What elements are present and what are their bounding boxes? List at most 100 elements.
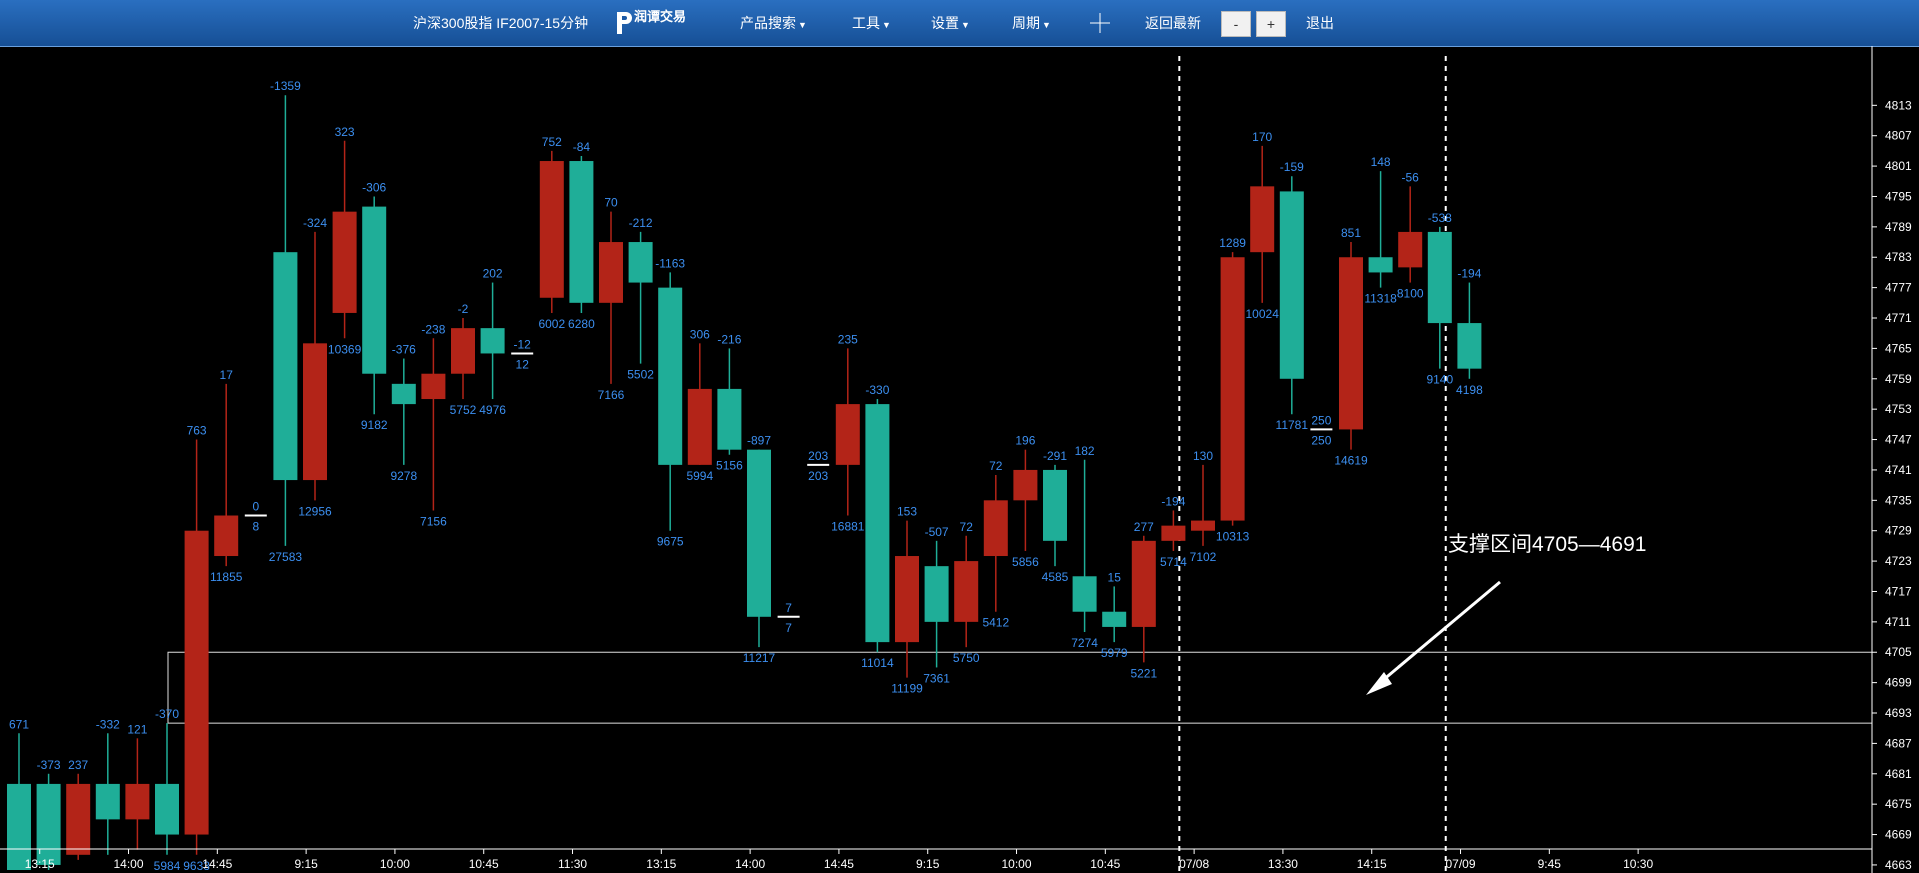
price-tick-label: 4675: [1885, 797, 1912, 811]
candle-top-label: -194: [1457, 267, 1481, 281]
time-tick-label: 9:15: [294, 857, 318, 871]
candle-body: [954, 561, 979, 622]
candle-top-label: 130: [1193, 449, 1213, 463]
candle-body: [924, 566, 949, 622]
price-tick-label: 4705: [1885, 645, 1912, 659]
candle-bottom-label: 5156: [716, 459, 743, 473]
time-tick-label: 07/08: [1179, 857, 1209, 871]
candle-top-label: 851: [1341, 226, 1361, 240]
candle-bottom-label: 203: [808, 469, 828, 483]
candle-body: [184, 530, 209, 835]
candle-top-label: 72: [989, 459, 1003, 473]
candle-body: [895, 556, 919, 643]
price-tick-label: 4771: [1885, 311, 1912, 325]
time-tick-label: 10:00: [380, 857, 410, 871]
candle-top-label: -56: [1402, 170, 1420, 184]
product-search-menu[interactable]: 产品搜索 ▼: [740, 0, 807, 46]
period-menu[interactable]: 周期 ▼: [1012, 0, 1051, 46]
candle-bottom-label: 14619: [1334, 454, 1368, 468]
candle-top-label: 202: [483, 267, 503, 281]
time-tick-label: 10:00: [1002, 857, 1032, 871]
candle-body: [362, 206, 387, 374]
candle-body: [95, 783, 120, 820]
crosshair-icon[interactable]: [1090, 13, 1110, 33]
candle-body: [1368, 257, 1393, 273]
time-tick-label: 14:15: [1357, 857, 1387, 871]
candle-bottom-label: 7: [785, 621, 792, 635]
candle-top-label: 250: [1311, 413, 1331, 427]
candle-bottom-label: 5856: [1012, 555, 1039, 569]
price-tick-label: 4663: [1885, 858, 1912, 872]
candle-bottom-label: 10369: [328, 342, 362, 356]
price-tick-label: 4669: [1885, 828, 1912, 842]
time-tick-label: 9:15: [916, 857, 940, 871]
candle-bottom-label: 5412: [982, 616, 1009, 630]
time-tick-label: 11:30: [558, 857, 587, 871]
candle-bottom-label: 8: [252, 520, 259, 534]
time-tick-label: 13:30: [1268, 857, 1298, 871]
candle-top-label: -1359: [270, 79, 301, 93]
settings-menu[interactable]: 设置 ▼: [931, 0, 970, 46]
price-tick-label: 4687: [1885, 736, 1912, 750]
candle-top-label: 72: [960, 520, 974, 534]
candle-bottom-label: 7274: [1071, 636, 1098, 650]
candle-top-label: -897: [747, 434, 771, 448]
candle-body: [1161, 525, 1186, 541]
tools-menu[interactable]: 工具 ▼: [852, 0, 891, 46]
candle-bottom-label: 11781: [1276, 418, 1309, 432]
candle-bottom-label: 9278: [390, 469, 417, 483]
top-toolbar: 沪深300股指 IF2007-15分钟 润谭交易 产品搜索 ▼ 工具 ▼ 设置 ▼ 周…: [0, 0, 1919, 47]
candle-top-label: 0: [252, 500, 259, 514]
candle-top-label: 237: [68, 758, 88, 772]
candle-top-label: 323: [335, 125, 355, 139]
price-tick-label: 4813: [1885, 98, 1912, 112]
candle-bottom-label: 7361: [923, 671, 950, 685]
support-zone-annotation: 支撑区间4705—4691: [1448, 533, 1647, 556]
price-tick-label: 4759: [1885, 372, 1912, 386]
candle-top-label: -306: [362, 180, 386, 194]
candle-bottom-label: 7102: [1190, 550, 1217, 564]
candle-body: [1220, 257, 1245, 521]
candle-bottom-label: 5979: [1101, 646, 1128, 660]
zoom-out-button[interactable]: -: [1221, 11, 1251, 37]
candle-top-label: -194: [1161, 494, 1185, 508]
candle-top-label: -2: [458, 302, 469, 316]
price-tick-label: 4693: [1885, 706, 1912, 720]
candle-body: [717, 388, 742, 450]
zoom-in-button[interactable]: +: [1256, 11, 1286, 37]
exit-button[interactable]: 退出: [1306, 0, 1334, 46]
candle-top-label: -332: [96, 717, 120, 731]
candle-body: [1072, 576, 1097, 612]
back-to-latest-button[interactable]: 返回最新: [1145, 0, 1201, 46]
candle-body: [539, 161, 564, 298]
brand-name: 润谭交易: [634, 9, 687, 24]
annotation-arrow: [1375, 580, 1501, 688]
price-tick-label: 4729: [1885, 524, 1912, 538]
candle-top-label: 671: [9, 717, 29, 731]
caret-down-icon: ▼: [1042, 20, 1051, 30]
candle-body: [687, 388, 712, 465]
candle-body: [1457, 323, 1482, 369]
candle-bottom-label: 11014: [861, 656, 894, 670]
candle-top-label: 121: [127, 722, 147, 736]
time-tick-label: 14:45: [824, 857, 854, 871]
candle-top-label: 70: [604, 196, 618, 210]
candle-bottom-label: 11855: [210, 570, 243, 584]
candle-bottom-label: 27583: [269, 550, 303, 564]
candle-bottom-label: 5994: [686, 469, 713, 483]
candle-body: [983, 500, 1008, 557]
price-tick-label: 4801: [1885, 159, 1912, 173]
candle-body: [451, 328, 475, 374]
candle-body: [747, 449, 771, 617]
price-tick-label: 4765: [1885, 341, 1912, 355]
candle-top-label: 153: [897, 505, 917, 519]
time-tick-label: 14:45: [202, 857, 232, 871]
candle-top-label: 203: [808, 449, 828, 463]
candle-bottom-label: 7156: [420, 514, 447, 528]
price-tick-label: 4723: [1885, 554, 1912, 568]
candle-top-label: 182: [1075, 444, 1095, 458]
candle-top-label: -373: [37, 758, 61, 772]
candle-body: [421, 373, 446, 400]
candlestick-chart[interactable]: 671-373 237-332 121-3705984763963317118550…: [0, 46, 1919, 873]
candle-body: [332, 211, 357, 313]
